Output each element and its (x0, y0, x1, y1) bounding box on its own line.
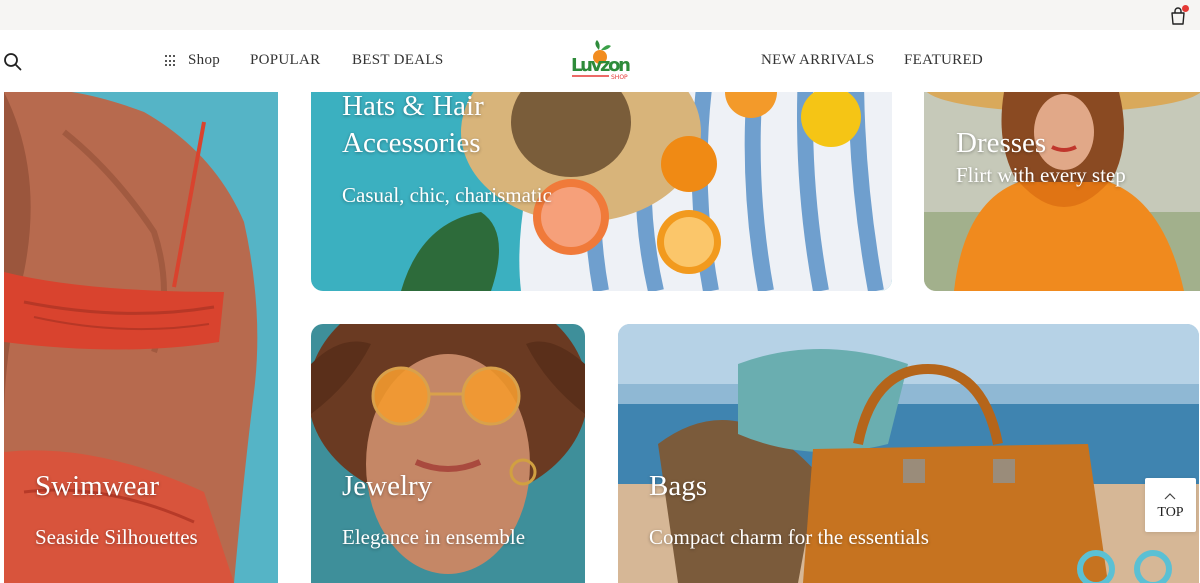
category-grid: Swimwear Seaside Silhouettes Hats & Hair… (0, 92, 1200, 583)
dresses-image (924, 92, 1200, 291)
nav-best-deals[interactable]: BEST DEALS (352, 52, 443, 69)
swimwear-image (4, 92, 278, 583)
category-tile-dresses[interactable]: Dresses Flirt with every step (924, 92, 1200, 291)
nav-featured[interactable]: FEATURED (904, 52, 983, 69)
category-tile-jewelry[interactable]: Jewelry Elegance in ensemble (311, 324, 585, 583)
tile-subtitle: Seaside Silhouettes (35, 525, 198, 549)
utility-bar (0, 0, 1200, 30)
search-button[interactable] (3, 52, 22, 71)
nav-shop[interactable]: Shop (165, 52, 220, 69)
search-icon (4, 53, 22, 71)
svg-text:Luvzon: Luvzon (571, 55, 631, 76)
back-to-top-label: TOP (1157, 505, 1184, 520)
nav-new-arrivals[interactable]: NEW ARRIVALS (761, 52, 874, 69)
logo-tag: SHOP (611, 74, 628, 81)
nav-shop-label: Shop (188, 52, 221, 68)
tile-subtitle: Casual, chic, charismatic (342, 183, 552, 207)
cart-badge (1182, 5, 1189, 12)
tile-subtitle: Compact charm for the essentials (649, 525, 929, 549)
category-tile-swimwear[interactable]: Swimwear Seaside Silhouettes (4, 92, 278, 583)
tile-title: Jewelry (342, 470, 433, 502)
cart-button[interactable] (1168, 5, 1189, 26)
main-nav: Shop POPULAR BEST DEALS Luvzon SHOP NEW … (0, 30, 1200, 92)
chevron-up-icon (1164, 493, 1176, 500)
brand-logo[interactable]: Luvzon SHOP (569, 40, 635, 84)
tile-title: Hats & Hair Accessories (342, 92, 484, 159)
nav-popular[interactable]: POPULAR (250, 52, 320, 69)
tile-subtitle: Elegance in ensemble (342, 525, 526, 549)
tile-title: Swimwear (35, 470, 160, 502)
back-to-top-button[interactable]: TOP (1145, 478, 1196, 532)
category-tile-hats[interactable]: Hats & Hair Accessories Casual, chic, ch… (311, 92, 892, 291)
tile-title: Bags (649, 470, 707, 502)
category-tile-bags[interactable]: Bags Compact charm for the essentials (618, 324, 1199, 583)
grid-menu-icon (165, 55, 177, 67)
tile-title: Dresses (956, 127, 1047, 159)
tile-subtitle: Flirt with every step (956, 163, 1126, 187)
